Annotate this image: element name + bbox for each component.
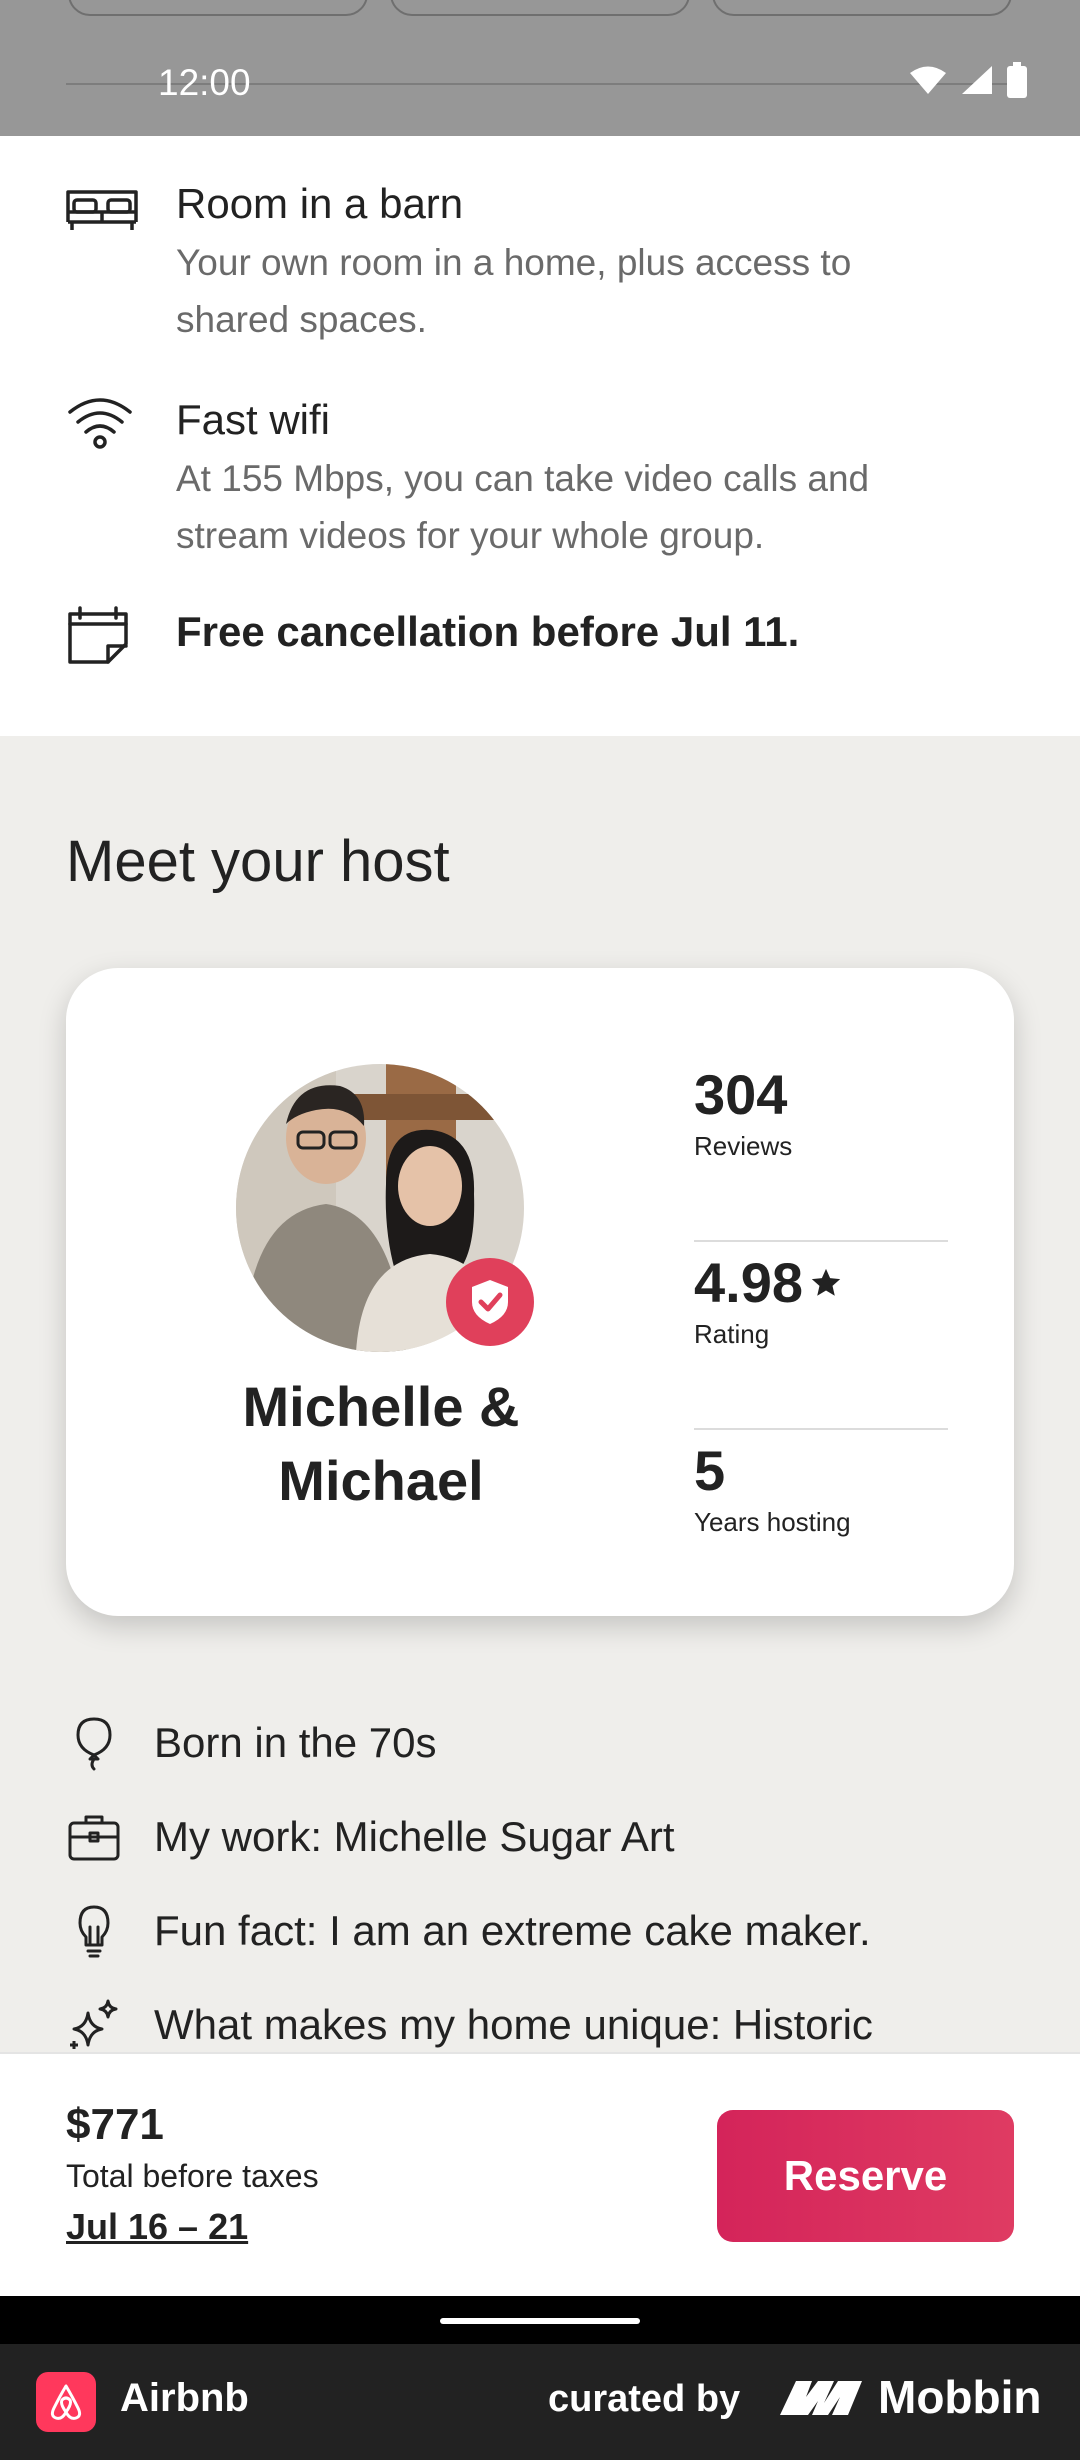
stat-rating: 4.98 Rating bbox=[694, 1250, 948, 1430]
lightbulb-icon bbox=[78, 1905, 110, 1958]
highlight-title: Room in a barn bbox=[176, 180, 464, 227]
status-icons bbox=[908, 62, 1028, 98]
stat-reviews: 304 Reviews bbox=[694, 1062, 948, 1242]
stat-label: Years hosting bbox=[694, 1507, 851, 1537]
chip-outline bbox=[68, 0, 368, 16]
highlight-cancellation: Free cancellation before Jul 11. bbox=[64, 606, 1016, 666]
section-heading: Meet your host bbox=[66, 829, 450, 894]
highlight-title: Free cancellation before Jul 11. bbox=[176, 608, 800, 655]
signal-icon bbox=[962, 66, 992, 94]
system-nav-bar bbox=[0, 2296, 1080, 2344]
balloon-icon bbox=[76, 1717, 112, 1771]
fact-text: My work: Michelle Sugar Art bbox=[154, 1813, 675, 1860]
shield-check-icon bbox=[472, 1280, 508, 1324]
wifi-status-icon bbox=[910, 66, 946, 94]
app-name: Airbnb bbox=[120, 2376, 249, 2420]
highlight-wifi: Fast wifi At 155 Mbps, you can take vide… bbox=[64, 394, 1016, 564]
stat-value-row: 4.98 bbox=[694, 1250, 948, 1315]
chip-outline bbox=[390, 0, 690, 16]
stat-label: Rating bbox=[694, 1319, 770, 1349]
status-bar: 12:00 bbox=[0, 0, 1080, 136]
price-note: Total before taxes bbox=[66, 2158, 319, 2194]
brand-name: Mobbin bbox=[878, 2371, 1042, 2423]
briefcase-icon bbox=[68, 1815, 120, 1861]
superhost-badge bbox=[446, 1258, 534, 1346]
subtitle-line: stream videos for your whole group. bbox=[176, 515, 765, 556]
listing-highlights: Room in a barn Your own room in a home, … bbox=[0, 136, 1080, 736]
host-facts: Born in the 70s My work: Michelle Sugar … bbox=[66, 1696, 1014, 2072]
status-time: 12:00 bbox=[158, 62, 251, 103]
calendar-icon bbox=[68, 606, 128, 664]
curated-by-label: curated by bbox=[548, 2378, 741, 2420]
sparkles-icon bbox=[70, 1999, 118, 2049]
fact-text: What makes my home unique: Historic bbox=[154, 2001, 873, 2048]
highlight-subtitle: Your own room in a home, plus access to … bbox=[176, 234, 851, 348]
room-icon bbox=[66, 190, 138, 230]
fact-text: Fun fact: I am an extreme cake maker. bbox=[154, 1907, 871, 1954]
highlight-subtitle: At 155 Mbps, you can take video calls an… bbox=[176, 450, 869, 564]
subtitle-line: shared spaces. bbox=[176, 299, 427, 340]
airbnb-logo-icon bbox=[36, 2372, 96, 2432]
host-card[interactable]: Michelle & Michael 304 Reviews 4.98 Rati… bbox=[66, 968, 1014, 1616]
date-range-link[interactable]: Jul 16 – 21 bbox=[66, 2206, 248, 2248]
highlight-room: Room in a barn Your own room in a home, … bbox=[64, 178, 1016, 348]
stat-label: Reviews bbox=[694, 1131, 793, 1161]
stat-value: 4.98 bbox=[694, 1251, 803, 1314]
fact-text: Born in the 70s bbox=[154, 1719, 437, 1766]
subtitle-line: At 155 Mbps, you can take video calls an… bbox=[176, 458, 870, 499]
fact-work: My work: Michelle Sugar Art bbox=[66, 1790, 1014, 1884]
host-name-line: Michael bbox=[278, 1449, 484, 1512]
host-name-line: Michelle & bbox=[242, 1375, 520, 1438]
booking-bar: $771 Total before taxes Jul 16 – 21 Rese… bbox=[0, 2052, 1080, 2296]
divider bbox=[694, 1240, 948, 1242]
stat-years: 5 Years hosting bbox=[694, 1438, 948, 1618]
attribution-footer: Airbnb curated by Mobbin bbox=[0, 2344, 1080, 2460]
reserve-button[interactable]: Reserve bbox=[717, 2110, 1014, 2242]
fact-fun: Fun fact: I am an extreme cake maker. bbox=[66, 1884, 1014, 1978]
stat-value: 5 bbox=[694, 1439, 726, 1502]
mobbin-brand: Mobbin bbox=[778, 2370, 1042, 2424]
divider bbox=[694, 1428, 948, 1430]
host-name: Michelle & Michael bbox=[196, 1370, 566, 1518]
home-handle[interactable] bbox=[440, 2318, 640, 2324]
airbnb-mark-icon bbox=[50, 2384, 82, 2420]
highlight-title: Fast wifi bbox=[176, 396, 331, 443]
wifi-icon bbox=[68, 398, 132, 449]
chip-outline bbox=[712, 0, 1012, 16]
total-price: $771 bbox=[66, 2100, 164, 2149]
fact-born: Born in the 70s bbox=[66, 1696, 1014, 1790]
mobbin-logo-icon bbox=[780, 2381, 862, 2415]
host-stats: 304 Reviews 4.98 Rating 5 Years hosting bbox=[694, 1054, 948, 1618]
star-icon bbox=[811, 1268, 841, 1296]
battery-icon bbox=[1007, 62, 1027, 98]
stat-value: 304 bbox=[694, 1063, 788, 1126]
host-section: Meet your host Michelle & Michael 304 Re… bbox=[0, 736, 1080, 2056]
subtitle-line: Your own room in a home, plus access to bbox=[176, 242, 852, 283]
